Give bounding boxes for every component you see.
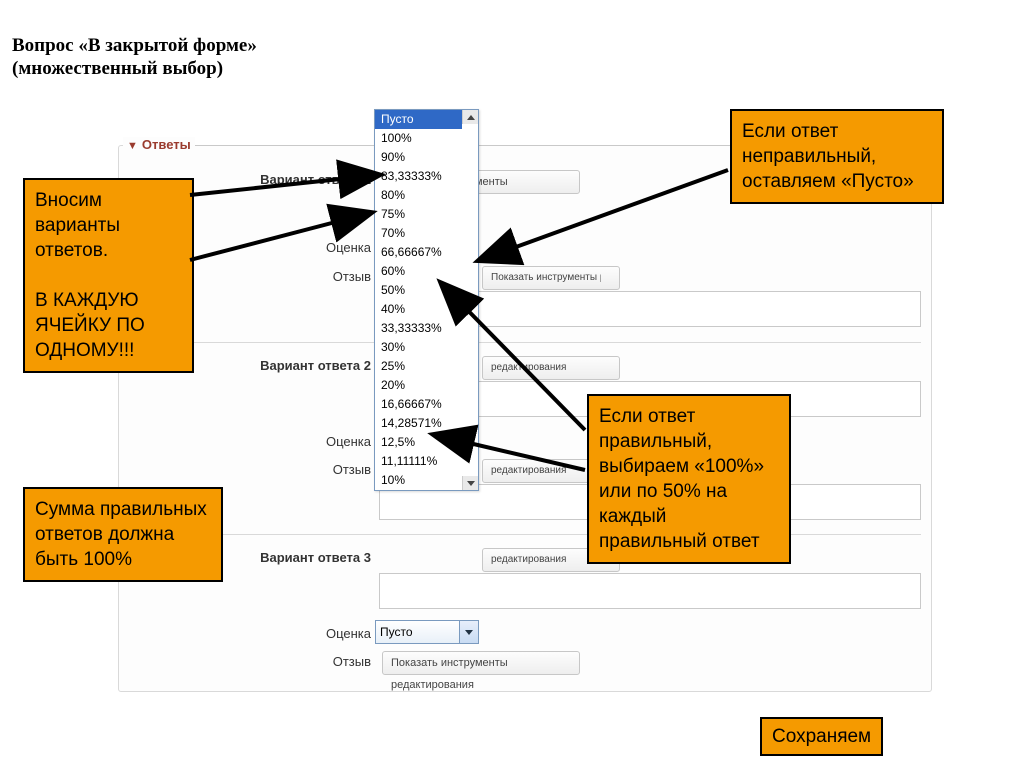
annotation-arrows (0, 0, 1024, 768)
stage: Вопрос «В закрытой форме» (множественный… (0, 0, 1024, 768)
